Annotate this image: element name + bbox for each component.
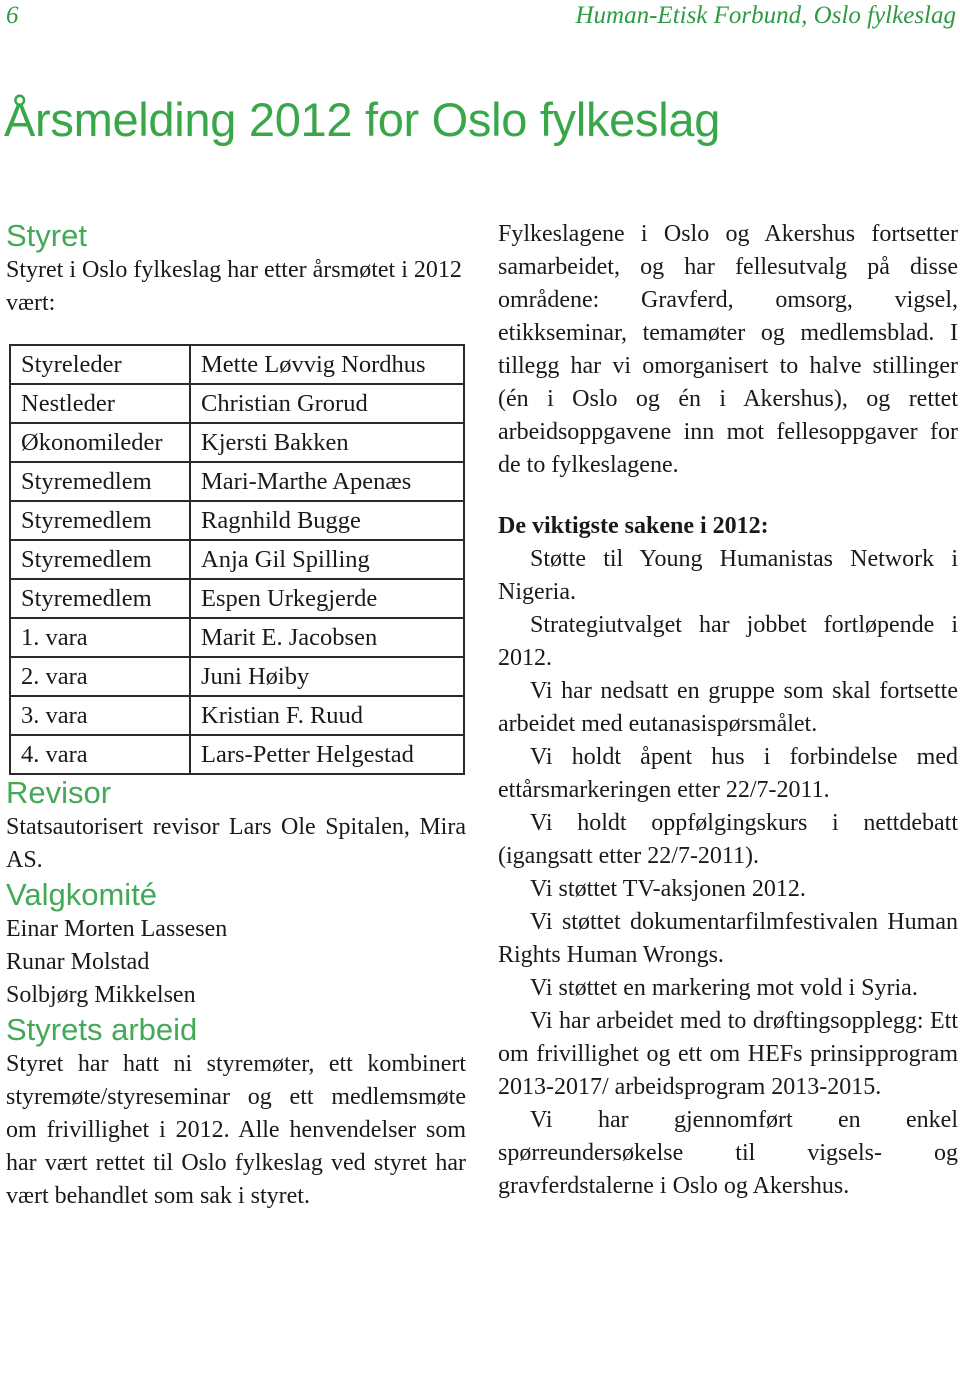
key-issue-item: Vi har gjennomført en enkel spørreunders… <box>498 1107 958 1199</box>
key-issue-item: Vi holdt oppfølgingskurs i nettdebatt (i… <box>498 810 958 869</box>
board-name: Mette Løvvig Nordhus <box>189 344 465 385</box>
board-name: Lars-Petter Helgestad <box>189 734 465 775</box>
table-row: Styreleder Mette Løvvig Nordhus <box>9 344 465 385</box>
cooperation-paragraph: Fylkeslagene i Oslo og Akershus fortsett… <box>498 221 958 478</box>
board-role: Styremedlem <box>9 578 191 619</box>
board-role: Nestleder <box>9 383 191 424</box>
board-name: Mari-Marthe Apenæs <box>189 461 465 502</box>
board-role: 2. vara <box>9 656 191 697</box>
key-issue-item: Vi holdt åpent hus i forbindelse med ett… <box>498 744 958 803</box>
table-row: Styremedlem Ragnhild Bugge <box>9 500 465 541</box>
revisor-heading: Revisor <box>6 775 112 810</box>
board-role: 1. vara <box>9 617 191 658</box>
styret-intro: Styret i Oslo fylkeslag har etter årsmøt… <box>6 257 462 316</box>
table-row: 3. vara Kristian F. Ruud <box>9 695 465 736</box>
board-role: 4. vara <box>9 734 191 775</box>
key-issue-item: Støtte til Young Humanistas Network i Ni… <box>498 546 958 605</box>
valgkomite-member: Solbjørg Mikkelsen <box>6 982 196 1008</box>
table-row: 2. vara Juni Høiby <box>9 656 465 697</box>
key-issue-item: Vi støttet TV-aksjonen 2012. <box>530 876 806 902</box>
table-row: Nestleder Christian Grorud <box>9 383 465 424</box>
key-issue-item: Vi har nedsatt en gruppe som skal fortse… <box>498 678 958 737</box>
left-column: Styret Styret i Oslo fylkeslag har etter… <box>6 218 466 1213</box>
board-role: Styremedlem <box>9 461 191 502</box>
board-role: Styreleder <box>9 344 191 385</box>
board-role: 3. vara <box>9 695 191 736</box>
board-name: Juni Høiby <box>189 656 465 697</box>
key-issue-item: Strategiutvalget har jobbet fortløpende … <box>498 612 958 671</box>
valgkomite-member: Einar Morten Lassesen <box>6 916 228 942</box>
table-row: 1. vara Marit E. Jacobsen <box>9 617 465 658</box>
revisor-text: Statsautorisert revisor Lars Ole Spitale… <box>6 814 466 873</box>
board-name: Espen Urkegjerde <box>189 578 465 619</box>
running-header: Human-Etisk Forbund, Oslo fylkeslag <box>575 2 956 29</box>
board-name: Anja Gil Spilling <box>189 539 465 580</box>
table-row: Styremedlem Espen Urkegjerde <box>9 578 465 619</box>
valgkomite-member: Runar Molstad <box>6 949 150 975</box>
valgkomite-heading: Valgkomité <box>6 877 158 912</box>
board-name: Ragnhild Bugge <box>189 500 465 541</box>
key-issues-heading: De viktigste sakene i 2012: <box>498 513 769 539</box>
table-row: Økonomileder Kjersti Bakken <box>9 422 465 463</box>
styret-heading: Styret <box>6 218 87 253</box>
key-issue-item: Vi har arbeidet med to drøftingsopplegg:… <box>498 1008 958 1100</box>
board-name: Christian Grorud <box>189 383 465 424</box>
board-name: Kristian F. Ruud <box>189 695 465 736</box>
document-title: Årsmelding 2012 for Oslo fylkeslag <box>4 93 721 146</box>
valgkomite-members: Einar Morten Lassesen Runar Molstad Solb… <box>6 913 466 1012</box>
styrets-arbeid-heading: Styrets arbeid <box>6 1012 198 1047</box>
table-row: Styremedlem Mari-Marthe Apenæs <box>9 461 465 502</box>
styrets-arbeid-text: Styret har hatt ni styremøter, ett kombi… <box>6 1051 466 1209</box>
board-name: Kjersti Bakken <box>189 422 465 463</box>
board-table: Styreleder Mette Løvvig Nordhus Nestleder… <box>9 344 465 775</box>
page-number: 6 <box>6 2 19 29</box>
board-role: Styremedlem <box>9 500 191 541</box>
board-role: Økonomileder <box>9 422 191 463</box>
right-column: Fylkeslagene i Oslo og Akershus fortsett… <box>498 218 958 1203</box>
key-issue-item: Vi støttet dokumentarfilmfestivalen Huma… <box>498 909 958 968</box>
table-row: Styremedlem Anja Gil Spilling <box>9 539 465 580</box>
board-role: Styremedlem <box>9 539 191 580</box>
board-name: Marit E. Jacobsen <box>189 617 465 658</box>
table-row: 4. vara Lars-Petter Helgestad <box>9 734 465 775</box>
key-issue-item: Vi støttet en markering mot vold i Syria… <box>530 975 918 1001</box>
